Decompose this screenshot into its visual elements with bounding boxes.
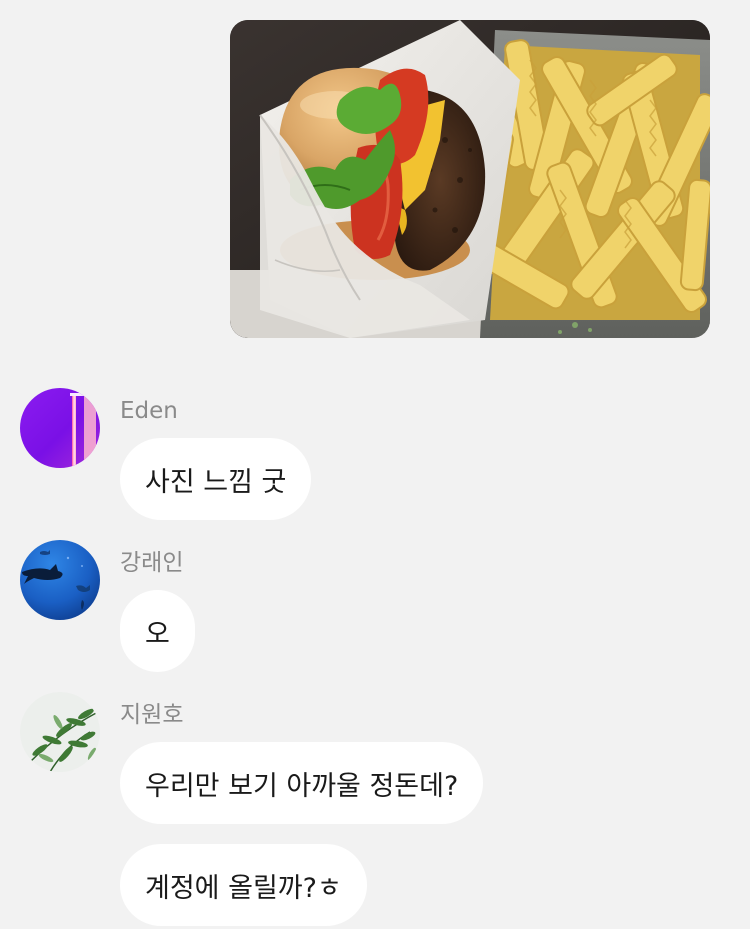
sender-name: 지원호 — [120, 702, 184, 728]
sender-name: 강래인 — [120, 550, 184, 576]
avatar[interactable] — [20, 388, 100, 468]
burger-and-fries-photo — [230, 20, 710, 338]
message-bubble[interactable]: 오 — [120, 590, 195, 672]
photo-message[interactable] — [230, 20, 710, 338]
message-bubble[interactable]: 우리만 보기 아까울 정돈데? — [120, 742, 484, 824]
sender-name: Eden — [120, 398, 178, 424]
shark-ocean-avatar — [20, 540, 100, 620]
green-leaves-avatar — [20, 692, 100, 772]
message-bubble[interactable]: 사진 느낌 굿 — [120, 438, 312, 520]
avatar[interactable] — [20, 692, 100, 772]
avatar[interactable] — [20, 540, 100, 620]
purple-neon-avatar — [20, 388, 100, 468]
message-bubble[interactable]: 계정에 올릴까?ㅎ — [120, 844, 367, 926]
